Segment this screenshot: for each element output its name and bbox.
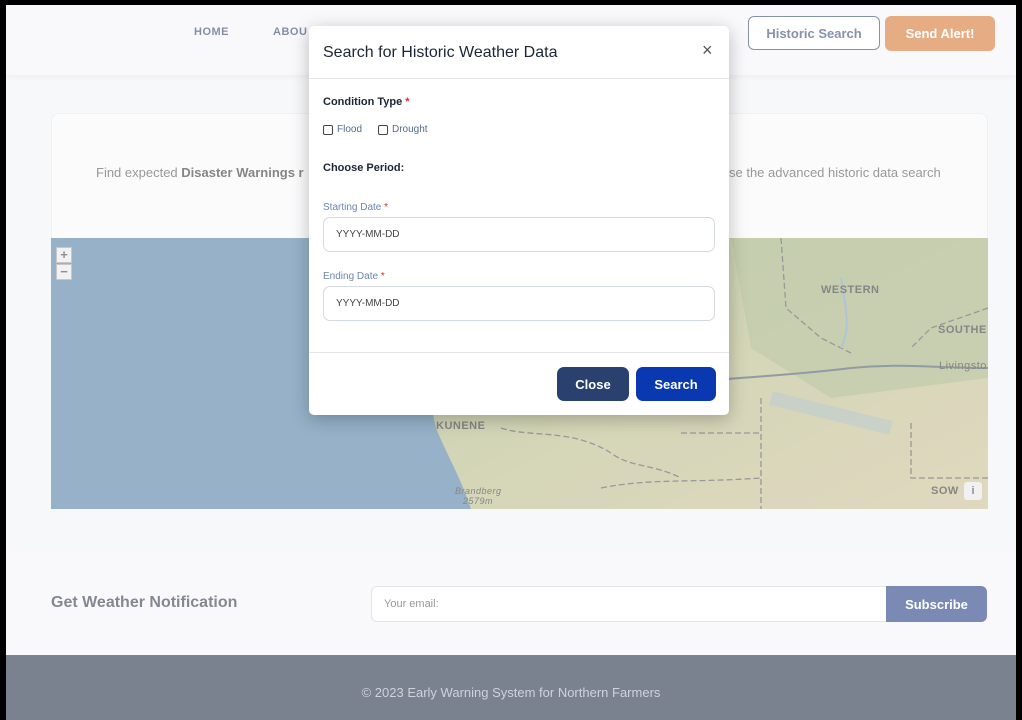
modal-title: Search for Historic Weather Data: [323, 44, 558, 61]
ending-date-label: Ending Date *: [323, 271, 385, 282]
flood-checkbox-box[interactable]: [323, 124, 333, 135]
choose-period-label: Choose Period:: [323, 162, 405, 174]
ending-date-input[interactable]: YYYY-MM-DD: [323, 286, 715, 321]
condition-type-label: Condition Type *: [323, 96, 410, 108]
drought-checkbox-box[interactable]: [378, 124, 388, 135]
flood-checkbox[interactable]: Flood: [323, 124, 362, 135]
starting-date-input[interactable]: YYYY-MM-DD: [323, 217, 715, 252]
close-icon[interactable]: ×: [702, 40, 713, 61]
drought-label: Drought: [392, 124, 428, 135]
search-button[interactable]: Search: [636, 367, 716, 401]
historic-search-modal: Search for Historic Weather Data × Condi…: [309, 26, 729, 415]
modal-header: Search for Historic Weather Data ×: [309, 26, 729, 79]
flood-label: Flood: [337, 124, 363, 135]
starting-date-label: Starting Date *: [323, 202, 389, 213]
close-button[interactable]: Close: [557, 367, 629, 401]
drought-checkbox[interactable]: Drought: [378, 124, 428, 135]
modal-footer: Close Search: [309, 352, 729, 415]
